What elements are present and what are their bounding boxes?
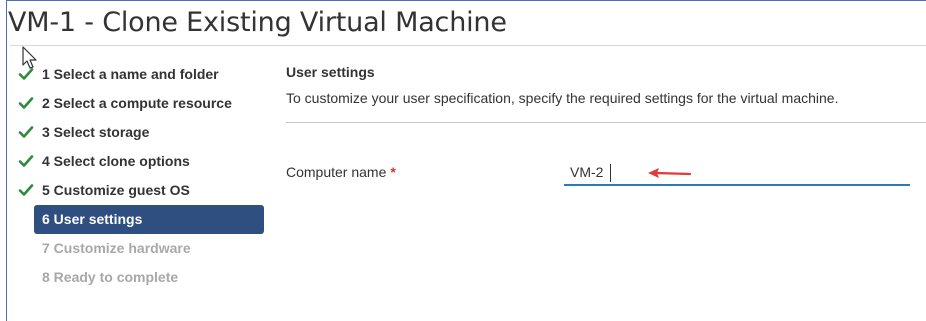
step-label: 3 Select storage [42,124,150,140]
page-title: VM-1 - Clone Existing Virtual Machine [8,7,507,38]
user-settings-panel: User settings To customize your user spe… [286,62,926,123]
step-label: 4 Select clone options [42,153,190,169]
section-description: To customize your user specification, sp… [286,90,839,106]
annotation-arrow-icon [648,168,692,178]
step-ready-to-complete: 8 Ready to complete [14,263,266,292]
section-divider [286,122,926,123]
step-label: 7 Customize hardware [42,240,191,256]
step-customize-hardware: 7 Customize hardware [14,234,266,263]
step-select-name-folder[interactable]: 1 Select a name and folder [14,60,266,89]
text-caret [610,164,611,182]
computer-name-label-text: Computer name [286,164,387,180]
required-marker: * [390,164,396,180]
step-select-clone-options[interactable]: 4 Select clone options [14,147,266,176]
computer-name-label: Computer name * [286,164,396,180]
checkmark-icon [18,68,34,80]
step-user-settings[interactable]: 6 User settings [34,205,264,234]
checkmark-icon [18,155,34,167]
step-customize-guest-os[interactable]: 5 Customize guest OS [14,176,266,205]
step-label: 5 Customize guest OS [42,182,190,198]
computer-name-input[interactable] [564,160,910,186]
checkmark-icon [18,126,34,138]
checkmark-icon [18,184,34,196]
step-label: 8 Ready to complete [42,269,179,285]
step-label: 1 Select a name and folder [42,66,219,82]
step-label: 2 Select a compute resource [42,95,232,111]
section-title: User settings [286,64,375,80]
checkmark-icon [18,97,34,109]
title-divider [10,45,926,46]
step-select-storage[interactable]: 3 Select storage [14,118,266,147]
wizard-steps: 1 Select a name and folder 2 Select a co… [14,60,266,292]
step-select-compute-resource[interactable]: 2 Select a compute resource [14,89,266,118]
step-label: 6 User settings [42,211,143,227]
